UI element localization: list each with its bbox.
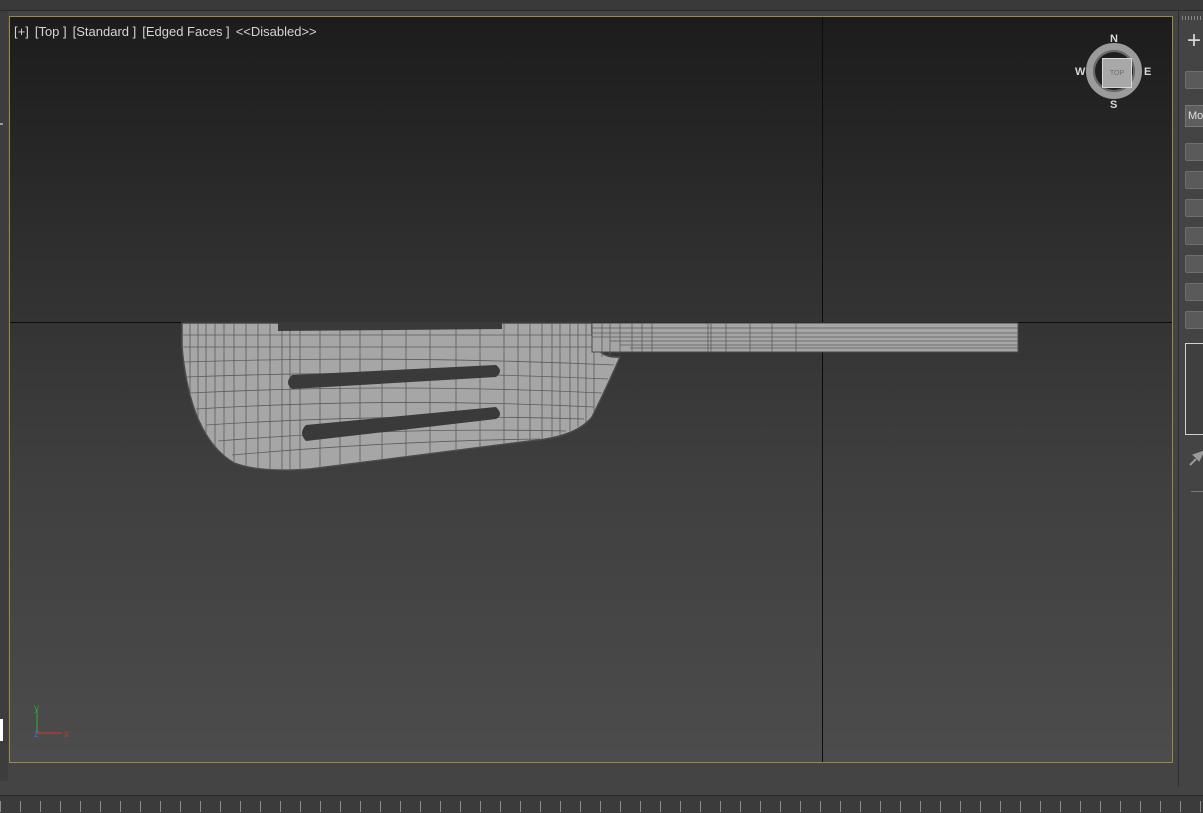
modifier-button-7[interactable] bbox=[1185, 311, 1203, 329]
left-toolbar-strip bbox=[0, 11, 8, 781]
viewcube-face-top[interactable]: TOP bbox=[1102, 58, 1132, 88]
axis-gizmo: y x z bbox=[34, 703, 69, 740]
left-toolbar-marker bbox=[0, 719, 3, 741]
timeline-track[interactable] bbox=[0, 795, 1203, 813]
modifier-button-4[interactable] bbox=[1185, 227, 1203, 245]
modifier-button-2[interactable] bbox=[1185, 171, 1203, 189]
axis-y-label: y bbox=[34, 703, 39, 714]
viewport-top[interactable]: [+] [Top ] [Standard ] [Edged Faces ] <<… bbox=[9, 16, 1173, 763]
viewcube-south-label[interactable]: S bbox=[1110, 99, 1117, 111]
modifier-stack-list[interactable] bbox=[1185, 343, 1203, 435]
viewcube[interactable]: TOP N S W E bbox=[1075, 33, 1158, 115]
command-panel: + Modifier List bbox=[1178, 11, 1203, 787]
modifier-button-6[interactable] bbox=[1185, 283, 1203, 301]
modifier-list-dropdown[interactable]: Modifier List bbox=[1185, 105, 1203, 127]
viewcube-west-label[interactable]: W bbox=[1075, 66, 1085, 78]
axis-x-label: x bbox=[64, 729, 69, 740]
plus-icon[interactable]: + bbox=[1187, 29, 1201, 53]
spatula-head bbox=[181, 322, 622, 471]
modifier-button-1[interactable] bbox=[1185, 143, 1203, 161]
left-toolbar-tick bbox=[0, 123, 3, 125]
command-panel-separator bbox=[1191, 491, 1203, 492]
command-panel-grip[interactable] bbox=[1182, 16, 1203, 20]
pin-stack-icon[interactable] bbox=[1187, 449, 1203, 467]
modifier-button-5[interactable] bbox=[1185, 255, 1203, 273]
viewcube-north-label[interactable]: N bbox=[1110, 33, 1118, 45]
spatula-mesh[interactable] bbox=[10, 17, 1172, 762]
object-name-field[interactable] bbox=[1185, 71, 1203, 89]
axis-z-label: z bbox=[34, 729, 39, 740]
viewcube-east-label[interactable]: E bbox=[1144, 66, 1151, 78]
top-toolbar-strip bbox=[0, 0, 1203, 11]
modifier-button-3[interactable] bbox=[1185, 199, 1203, 217]
